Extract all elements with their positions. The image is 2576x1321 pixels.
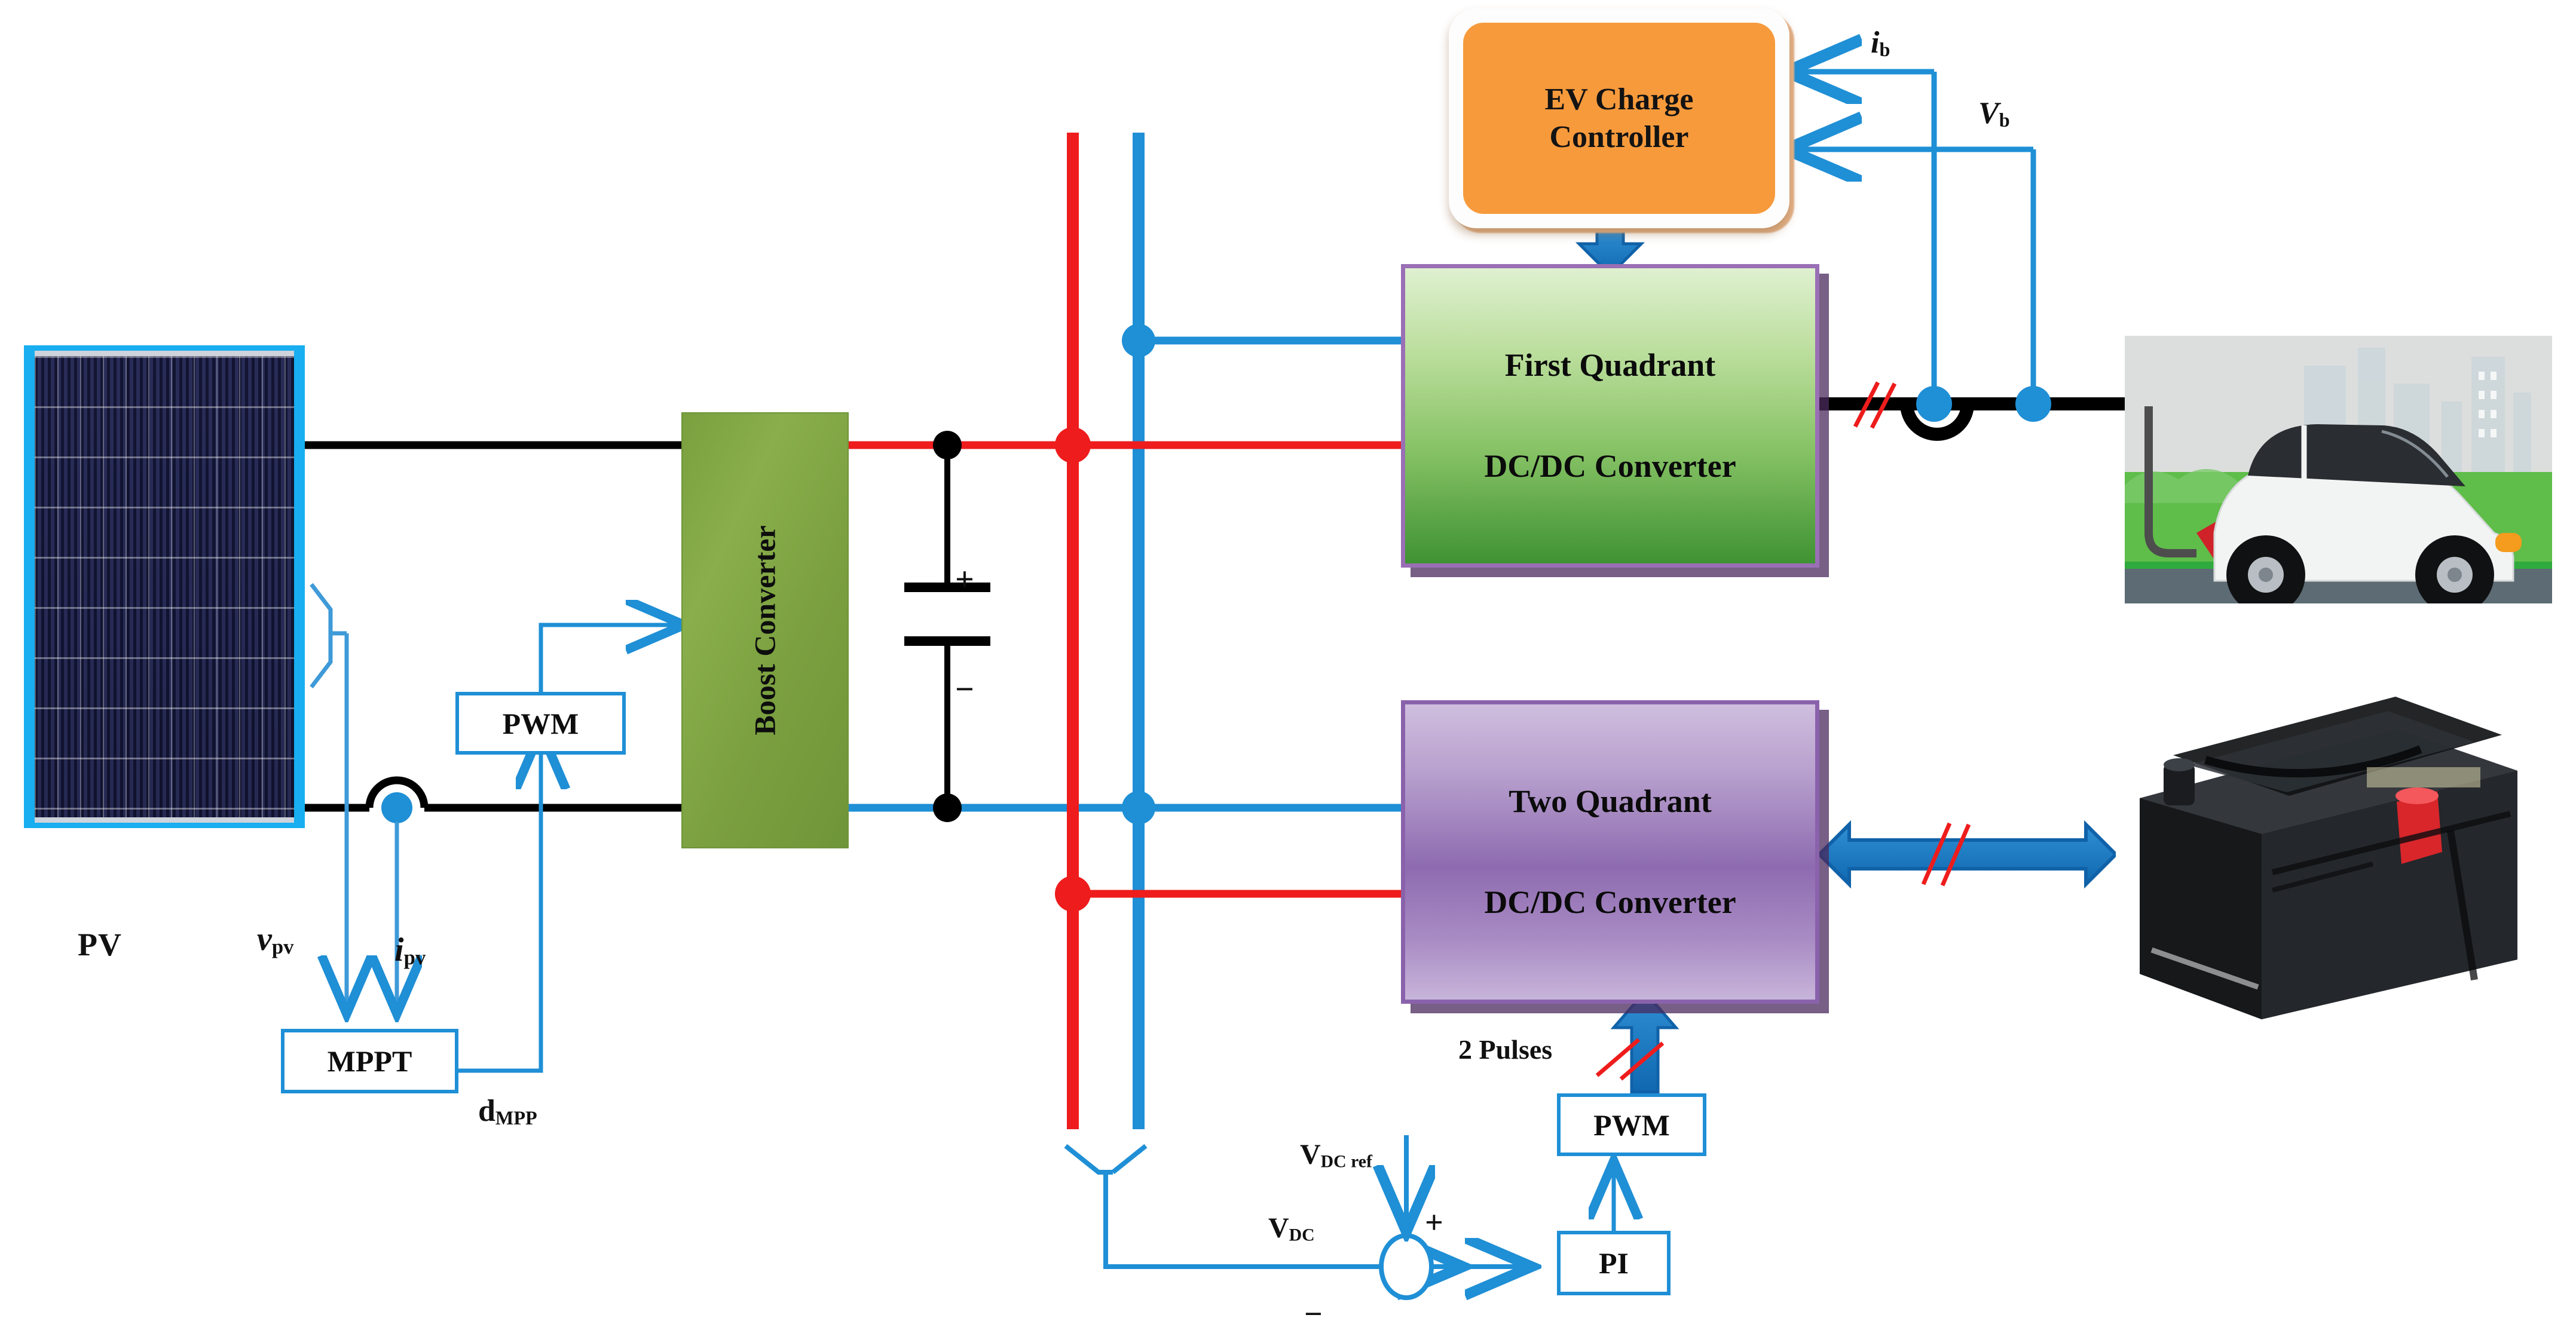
ipv-tap-dot xyxy=(381,792,412,823)
two-quadrant-converter-block[interactable]: Two Quadrant DC/DC Converter xyxy=(1401,700,1819,1004)
capacitor-minus-sign: − xyxy=(955,671,974,708)
battery-image xyxy=(2116,693,2534,1028)
ev-illustration xyxy=(2125,336,2552,603)
pwm-battery-block[interactable]: PWM xyxy=(1557,1093,1706,1156)
pulses-label: 2 Pulses xyxy=(1458,1034,1553,1065)
boost-converter-label: Boost Converter xyxy=(748,525,782,735)
vb-tap-dot xyxy=(2015,386,2051,422)
pwm-to-boost-wire xyxy=(539,623,651,692)
first-quadrant-converter-block[interactable]: First Quadrant DC/DC Converter xyxy=(1401,264,1819,568)
vb-feedback-wire xyxy=(1821,146,2036,404)
pv-label: PV xyxy=(78,927,122,963)
pv-panel-image xyxy=(24,345,305,828)
pi-controller-block[interactable]: PI xyxy=(1557,1231,1671,1295)
pwm-boost-label: PWM xyxy=(502,706,579,740)
vdc-label: VDC xyxy=(1268,1212,1315,1245)
wiring-layer xyxy=(305,0,2125,1321)
pv-cell-grid xyxy=(35,351,294,823)
mppt-label: MPPT xyxy=(327,1044,412,1078)
pwm-battery-label: PWM xyxy=(1593,1108,1670,1142)
first-quadrant-label-line1: First Quadrant xyxy=(1504,347,1716,383)
controller-label-line2: Controller xyxy=(1549,120,1689,154)
summing-junction-icon xyxy=(1379,1233,1434,1300)
ev-charging-image xyxy=(2125,336,2552,603)
vpv-label: vpv xyxy=(257,921,294,959)
summer-minus-sign: − xyxy=(1304,1296,1323,1321)
ib-feedback-wire xyxy=(1821,69,1937,404)
mppt-block[interactable]: MPPT xyxy=(281,1029,458,1093)
dmpp-signal-wire xyxy=(458,777,543,1073)
bus-junction-dot xyxy=(1055,427,1091,463)
two-quadrant-label-line2: DC/DC Converter xyxy=(1484,884,1736,920)
q2-battery-bidirectional-arrow xyxy=(1816,820,2119,889)
capacitor-plus-sign: + xyxy=(955,561,974,598)
dc-link-capacitor-icon xyxy=(904,431,990,822)
controller-label-line1: EV Charge xyxy=(1544,82,1694,117)
ipv-label: ipv xyxy=(394,931,426,970)
ib-tap-dot xyxy=(1916,386,1952,422)
summer-plus-sign: + xyxy=(1425,1204,1443,1240)
pv-voltage-probe-icon xyxy=(310,583,347,689)
pv-negative-wire xyxy=(305,776,681,812)
pi-controller-label: PI xyxy=(1599,1246,1629,1280)
bus-junction-dot xyxy=(1055,876,1091,912)
boost-converter-block[interactable]: Boost Converter xyxy=(681,412,849,848)
dmpp-label: dMPP xyxy=(478,1094,537,1129)
vdc-voltage-probe-icon xyxy=(1064,1144,1428,1269)
battery-illustration xyxy=(2116,693,2534,1028)
two-quadrant-label-line1: Two Quadrant xyxy=(1509,783,1712,819)
vb-label: Vb xyxy=(1978,96,2010,131)
ev-charge-controller-block[interactable]: EV Charge Controller xyxy=(1463,23,1775,214)
first-quadrant-label-line2: DC/DC Converter xyxy=(1484,448,1736,484)
vdc-ref-label: VDC ref xyxy=(1300,1139,1372,1172)
bus-junction-dot xyxy=(1122,791,1155,825)
pwm-boost-block[interactable]: PWM xyxy=(455,692,626,755)
bus-junction-dot xyxy=(1122,324,1155,357)
diagram-canvas: PV Boost Converter PWM MPPT EV Charge Co… xyxy=(0,0,2576,1321)
ib-label: ib xyxy=(1871,26,1890,60)
